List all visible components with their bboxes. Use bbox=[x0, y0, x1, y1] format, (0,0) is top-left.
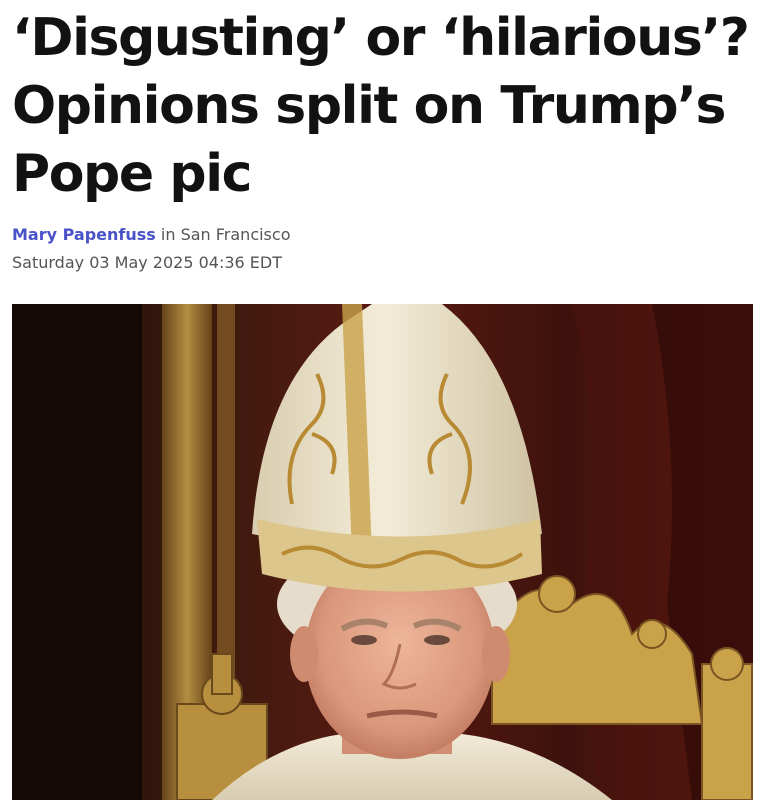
byline: Mary Papenfuss in San Francisco bbox=[12, 224, 290, 246]
pope-portrait-image bbox=[12, 304, 753, 800]
publish-date: Saturday 03 May 2025 04:36 EDT bbox=[12, 253, 282, 272]
location-text: San Francisco bbox=[180, 225, 291, 244]
headline-line-1: ‘Disgusting’ or ‘hilarious’? bbox=[12, 8, 750, 68]
headline-line-3: Pope pic bbox=[12, 144, 253, 204]
author-link[interactable]: Mary Papenfuss bbox=[12, 225, 156, 244]
headline-line-2: Opinions split on Trump’s bbox=[12, 76, 726, 136]
byline-separator: in bbox=[155, 225, 181, 244]
article-photo bbox=[12, 304, 753, 800]
article-page: ‘Disgusting’ or ‘hilarious’? Opinions sp… bbox=[0, 0, 764, 800]
article-headline: ‘Disgusting’ or ‘hilarious’? Opinions sp… bbox=[12, 4, 752, 208]
